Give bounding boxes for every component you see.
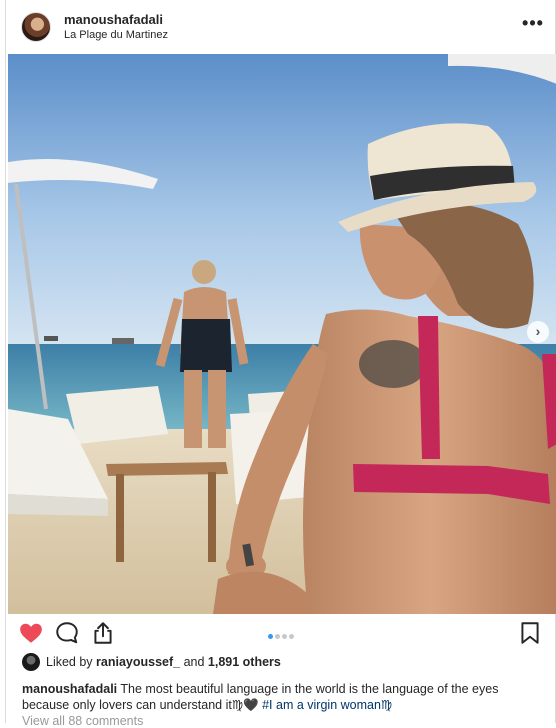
caption-hashtag[interactable]: #I am a virgin woman♍ xyxy=(262,698,392,712)
liker-avatar[interactable] xyxy=(22,653,40,671)
likes-middle: and xyxy=(180,655,208,669)
share-upload-icon[interactable] xyxy=(90,620,118,648)
carousel-dot xyxy=(275,634,280,639)
post-caption: manoushafadali The most beautiful langua… xyxy=(22,681,522,713)
carousel-indicator xyxy=(268,626,296,639)
post-header: manoushafadali La Plage du Martinez ••• xyxy=(6,0,555,54)
comment-bubble-icon[interactable] xyxy=(54,620,82,648)
post-photo[interactable]: › xyxy=(8,54,556,614)
liker-username[interactable]: raniayoussef_ xyxy=(96,655,180,669)
likes-count[interactable]: 1,891 others xyxy=(208,655,281,669)
post-location[interactable]: La Plage du Martinez xyxy=(64,29,168,41)
carousel-dot xyxy=(282,634,287,639)
carousel-dot-active xyxy=(268,634,273,639)
likes-text: Liked by raniayoussef_ and 1,891 others xyxy=(46,655,281,669)
carousel-next-icon[interactable]: › xyxy=(527,321,549,343)
instagram-post: manoushafadali La Plage du Martinez ••• xyxy=(5,0,556,728)
carousel-dot xyxy=(289,634,294,639)
heart-filled-icon[interactable] xyxy=(18,620,46,648)
author-avatar[interactable] xyxy=(21,12,51,42)
bookmark-icon[interactable] xyxy=(517,620,545,648)
beach-photo xyxy=(8,54,556,614)
more-options-icon[interactable]: ••• xyxy=(521,14,545,38)
caption-username[interactable]: manoushafadali xyxy=(22,682,117,696)
likes-prefix: Liked by xyxy=(46,655,97,669)
author-username[interactable]: manoushafadali xyxy=(64,12,163,27)
view-all-comments-link[interactable]: View all 88 comments xyxy=(22,714,143,728)
